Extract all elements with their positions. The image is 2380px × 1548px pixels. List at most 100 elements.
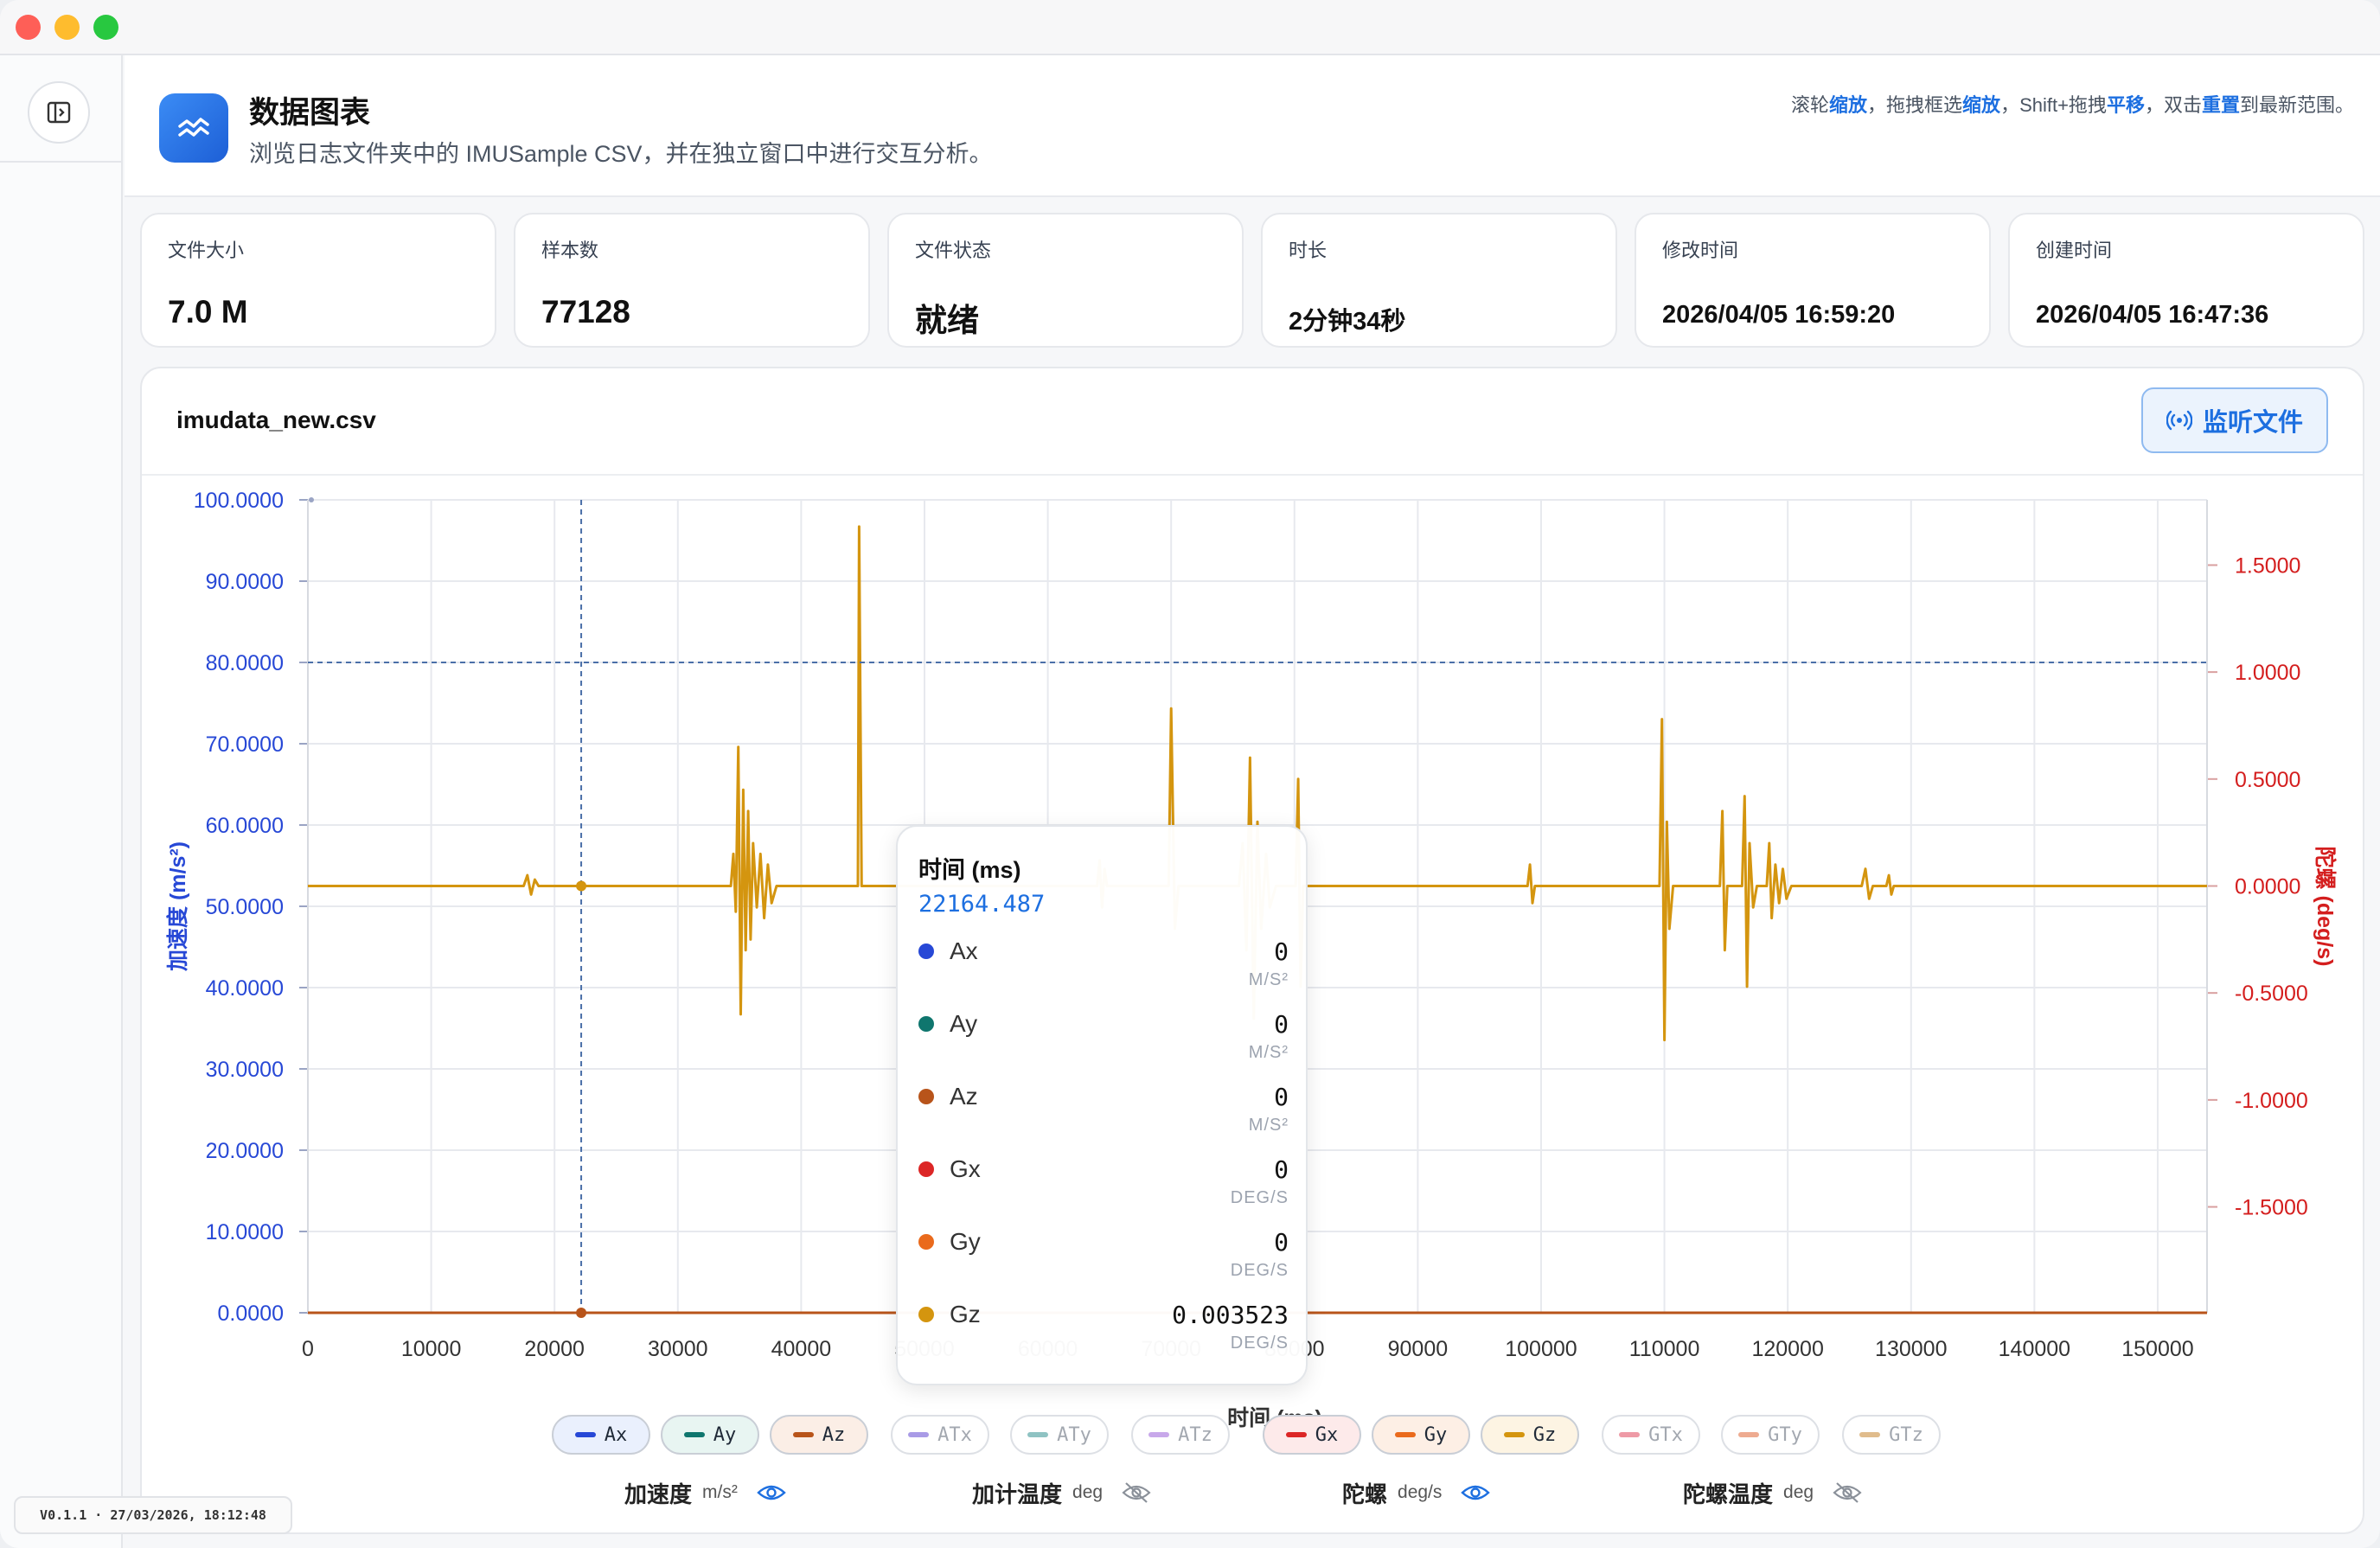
y2-tick-label: 1.0000 <box>2235 661 2300 685</box>
legend-swatch-icon <box>1619 1432 1641 1437</box>
file-name: imudata_new.csv <box>176 406 376 433</box>
legend-chip-ay[interactable]: Ay <box>661 1415 759 1455</box>
y-tick-label: 0.0000 <box>218 1302 284 1326</box>
legend-swatch-icon <box>908 1432 930 1437</box>
stat-label: 创建时间 <box>2036 240 2113 261</box>
x-tick-label: 130000 <box>1875 1337 1947 1361</box>
tooltip-series-name: Ax <box>950 937 978 964</box>
x-tick-label: 20000 <box>524 1337 585 1361</box>
hint-segment: 缩放 <box>1962 94 2001 116</box>
legend-chip-gtz[interactable]: GTz <box>1842 1415 1941 1455</box>
legend-label: Gx <box>1315 1423 1339 1446</box>
stat-card: 文件状态 就绪 <box>887 213 1244 348</box>
series-group: 陀螺 deg/s <box>1342 1475 1491 1510</box>
legend-chip-gtx[interactable]: GTx <box>1602 1415 1700 1455</box>
legend-chip-gty[interactable]: GTy <box>1721 1415 1820 1455</box>
legend-chip-aty[interactable]: ATy <box>1010 1415 1109 1455</box>
series-dot-icon <box>918 1307 934 1322</box>
version-badge: V0.1.1 · 27/03/2026, 18:12:48 <box>14 1496 292 1534</box>
eye-off-icon[interactable] <box>1833 1481 1862 1504</box>
y-axis-title: 加速度 (m/s²) <box>165 841 190 972</box>
y2-tick-label: -1.5000 <box>2235 1196 2308 1220</box>
legend-label: GTy <box>1768 1423 1802 1446</box>
hint-segment: 平移 <box>2106 94 2145 116</box>
hint-segment: ，拖拽框选 <box>1867 94 1963 116</box>
close-window-button[interactable] <box>16 15 41 40</box>
legend-chip-atx[interactable]: ATx <box>891 1415 989 1455</box>
y2-tick-label: 0.5000 <box>2235 768 2300 792</box>
group-unit: deg/s <box>1398 1482 1443 1502</box>
x-tick-label: 120000 <box>1751 1337 1823 1361</box>
tooltip-series-unit: M/S² <box>1248 970 1289 989</box>
stat-label: 修改时间 <box>1662 240 1739 261</box>
group-name: 加速度 <box>624 1481 693 1507</box>
legend-chip-gz[interactable]: Gz <box>1481 1415 1579 1455</box>
series-dot-icon <box>918 1161 934 1177</box>
y-tick-label: 90.0000 <box>206 570 284 594</box>
y2-axis-title: 陀螺 (deg/s) <box>2313 847 2338 967</box>
legend-chip-az[interactable]: Az <box>770 1415 868 1455</box>
maximize-window-button[interactable] <box>93 15 118 40</box>
tooltip-series-unit: M/S² <box>1248 1043 1289 1062</box>
group-name: 陀螺 <box>1342 1481 1388 1507</box>
legend-chip-atz[interactable]: ATz <box>1131 1415 1230 1455</box>
stat-label: 样本数 <box>541 240 599 261</box>
legend-label: Gz <box>1532 1423 1557 1446</box>
legend-chip-gx[interactable]: Gx <box>1263 1415 1361 1455</box>
legend-chip-ax[interactable]: Ax <box>552 1415 650 1455</box>
x-tick-label: 110000 <box>1629 1337 1700 1361</box>
legend-swatch-icon <box>1148 1432 1170 1437</box>
legend-label: ATz <box>1178 1423 1212 1446</box>
stat-label: 时长 <box>1289 240 1328 261</box>
tooltip-series-unit: DEG/S <box>1230 1188 1289 1207</box>
tooltip-series-value: 0 <box>1274 1083 1289 1111</box>
stat-card: 修改时间 2026/04/05 16:59:20 <box>1635 213 1991 348</box>
y2-tick-label: 1.5000 <box>2235 553 2300 578</box>
eye-icon[interactable] <box>757 1482 786 1503</box>
legend-label: GTz <box>1889 1423 1923 1446</box>
tooltip-row: Gx 0 DEG/S <box>898 1148 1309 1221</box>
tooltip-row: Gz 0.003523 DEG/S <box>898 1294 1309 1366</box>
tooltip-series-unit: M/S² <box>1248 1116 1289 1135</box>
hint-segment: 到最新范围。 <box>2239 94 2354 116</box>
series-legend: Ax Ay Az ATx ATy ATz Gx Gy Gz GTx GTy GTz <box>0 1415 2380 1458</box>
y-tick-label: 70.0000 <box>206 732 284 757</box>
tooltip-series-name: Gz <box>950 1301 981 1327</box>
tooltip-series-name: Gx <box>950 1155 981 1182</box>
legend-swatch-icon <box>574 1432 596 1437</box>
stat-label: 文件状态 <box>915 240 992 261</box>
y-tick-label: 20.0000 <box>206 1139 284 1163</box>
sidebar-divider <box>0 161 123 163</box>
minimize-window-button[interactable] <box>54 15 80 40</box>
tooltip-series-value: 0 <box>1274 1010 1289 1039</box>
y-tick-label: 50.0000 <box>206 895 284 919</box>
hint-segment: 缩放 <box>1829 94 1868 116</box>
legend-chip-gy[interactable]: Gy <box>1372 1415 1470 1455</box>
hint-segment: ，双击 <box>2144 94 2202 116</box>
stat-value: 就绪 <box>915 303 979 338</box>
tooltip-series-value: 0.003523 <box>1172 1301 1289 1329</box>
y-tick-label: 80.0000 <box>206 651 284 675</box>
page-header: 数据图表 浏览日志文件夹中的 IMUSample CSV，并在独立窗口中进行交互… <box>125 55 2380 197</box>
watch-file-button[interactable]: 监听文件 <box>2141 387 2328 453</box>
series-dot-icon <box>918 944 934 959</box>
stat-value: 2026/04/05 16:47:36 <box>2036 301 2269 329</box>
legend-swatch-icon <box>792 1432 814 1437</box>
sidebar-toggle-icon <box>47 101 71 124</box>
axis-corner-marker <box>309 497 314 502</box>
legend-label: Ay <box>713 1423 737 1446</box>
sidebar <box>0 55 123 1548</box>
x-tick-label: 30000 <box>648 1337 708 1361</box>
y-tick-label: 40.0000 <box>206 976 284 1001</box>
y-tick-label: 100.0000 <box>194 489 284 513</box>
eye-icon[interactable] <box>1461 1482 1491 1503</box>
group-name: 加计温度 <box>972 1481 1063 1507</box>
tooltip-title: 时间 (ms) <box>918 857 1021 883</box>
y-tick-label: 10.0000 <box>206 1220 284 1244</box>
toggle-sidebar-button[interactable] <box>28 81 90 144</box>
hint-segment: ，Shift+拖拽 <box>2000 94 2107 116</box>
series-group: 陀螺温度 deg <box>1683 1475 1862 1510</box>
eye-off-icon[interactable] <box>1122 1481 1151 1504</box>
tooltip-series-value: 0 <box>1274 1228 1289 1257</box>
main-content: 数据图表 浏览日志文件夹中的 IMUSample CSV，并在独立窗口中进行交互… <box>125 55 2380 1548</box>
